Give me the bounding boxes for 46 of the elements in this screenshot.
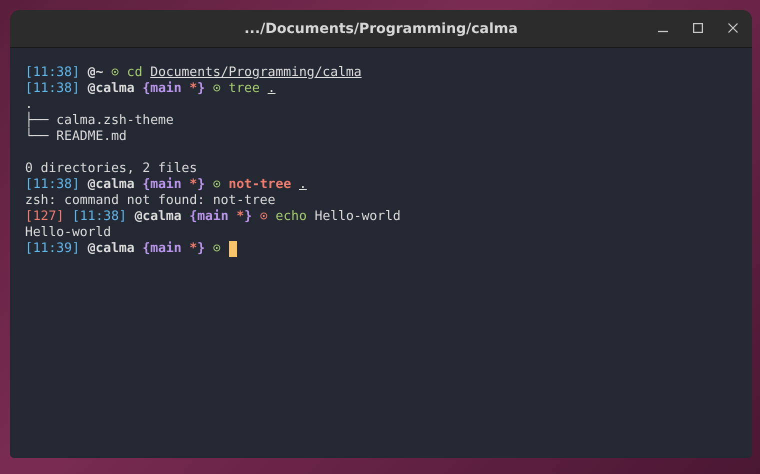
command-text: not-tree (228, 177, 292, 192)
directory-label: @calma (88, 241, 135, 256)
directory-label: @~ (88, 65, 104, 80)
command-text: cd (126, 65, 142, 80)
directory-label: @calma (134, 209, 182, 224)
output-text: Hello-world (25, 225, 112, 240)
git-branch: } (197, 241, 206, 256)
directory-label: @calma (88, 81, 135, 96)
window-title: .../Documents/Programming/calma (244, 20, 518, 36)
prompt-symbol: ⊙ (260, 209, 268, 224)
path-argument: . (298, 177, 307, 192)
exit-code: [127] (25, 209, 64, 224)
git-branch: {main (142, 177, 182, 192)
git-branch: {main (189, 209, 229, 224)
prompt-symbol: ⊙ (111, 65, 119, 80)
output-text: └── README.md (25, 129, 127, 144)
text-cursor (228, 241, 237, 257)
output-text: . (25, 97, 33, 112)
timestamp: [11:39] (25, 241, 80, 256)
output-text: 0 directories, 2 files (25, 161, 198, 176)
command-text: tree (228, 81, 260, 96)
path-argument: . (268, 81, 276, 96)
output-text: ├── calma.zsh-theme (25, 113, 174, 128)
close-icon[interactable] (728, 23, 738, 33)
prompt-symbol: ⊙ (212, 241, 221, 256)
git-branch: } (197, 81, 206, 96)
timestamp: [11:38] (25, 65, 80, 80)
command-text: echo (276, 209, 307, 224)
dirty-marker: * (189, 177, 198, 192)
git-branch: {main (142, 81, 182, 96)
git-branch: {main (142, 241, 182, 256)
output-text: Hello-world (314, 209, 401, 224)
maximize-icon[interactable] (693, 23, 703, 33)
git-branch: } (244, 209, 252, 224)
prompt-symbol: ⊙ (212, 177, 221, 192)
dirty-marker: * (189, 241, 198, 256)
timestamp: [11:38] (72, 209, 127, 224)
output-text: zsh: command not found: not-tree (25, 193, 276, 208)
dirty-marker: * (189, 81, 198, 96)
path-argument: Documents/Programming/calma (150, 65, 362, 80)
prompt-symbol: ⊙ (212, 81, 221, 96)
git-branch: } (197, 177, 206, 192)
directory-label: @calma (88, 177, 135, 192)
timestamp: [11:38] (25, 81, 80, 96)
timestamp: [11:38] (25, 177, 80, 192)
dirty-marker: * (236, 209, 244, 224)
